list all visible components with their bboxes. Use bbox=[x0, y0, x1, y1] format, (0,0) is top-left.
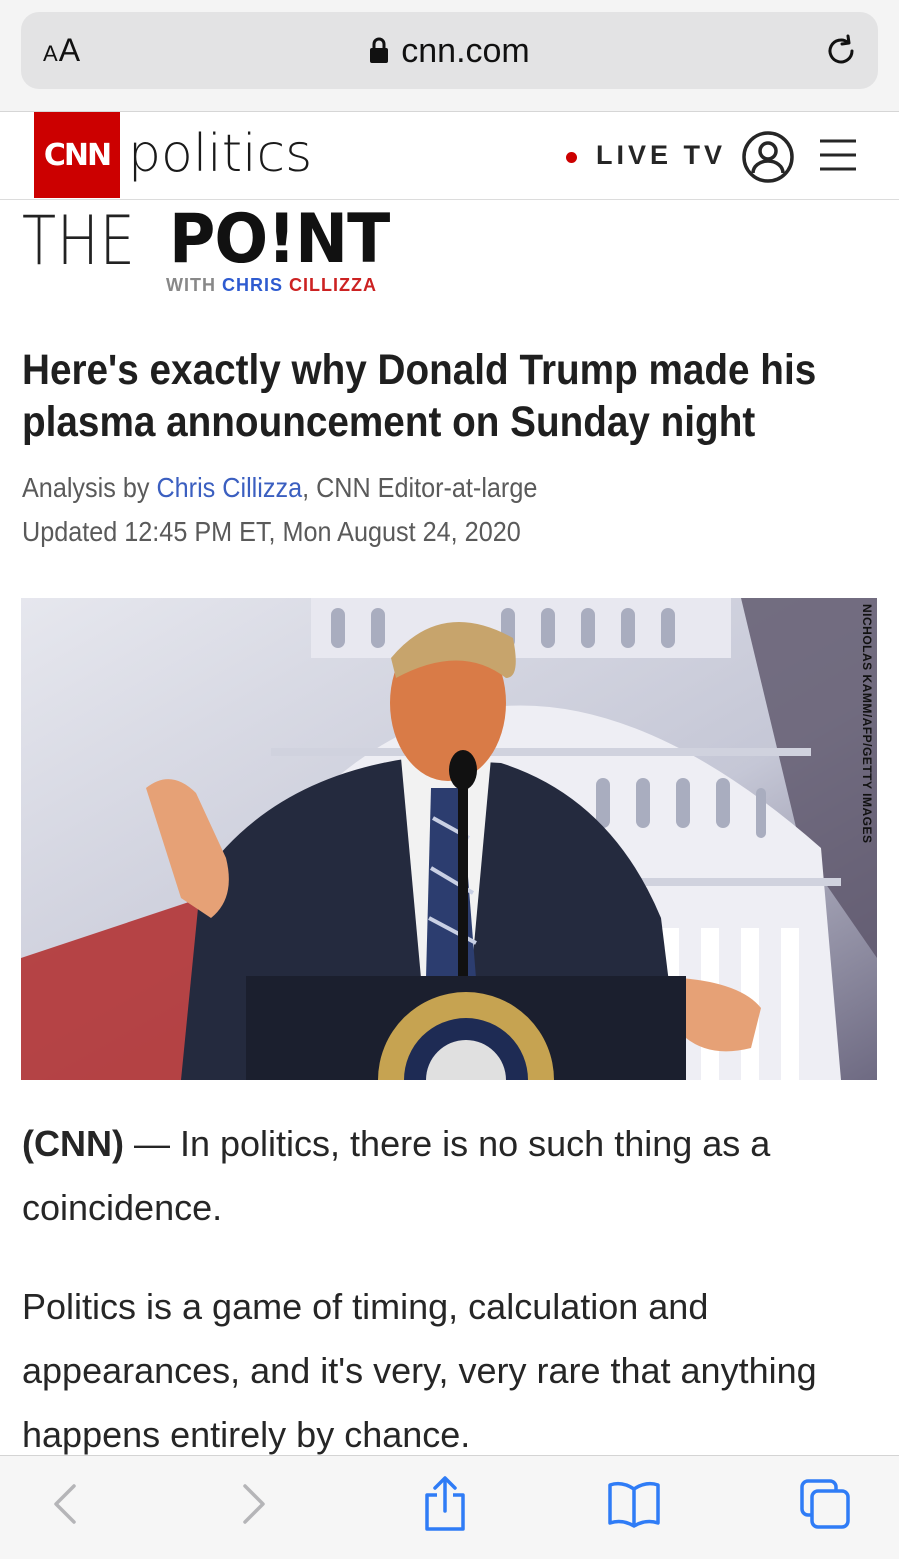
share-button[interactable] bbox=[415, 1474, 475, 1534]
back-button[interactable] bbox=[35, 1474, 95, 1534]
article-paragraph-2: Politics is a game of timing, calculatio… bbox=[22, 1286, 817, 1455]
live-tv-link[interactable]: LIVE TV bbox=[596, 140, 726, 171]
back-icon bbox=[54, 1484, 76, 1524]
cnn-logo-text: CNN bbox=[43, 137, 112, 173]
the-point-logo[interactable]: THE PO!NT WITH CHRIS CILLIZZA bbox=[22, 200, 422, 300]
logo-the: THE bbox=[22, 202, 136, 281]
article-paragraph-1: (CNN) — In politics, there is no such th… bbox=[22, 1112, 882, 1240]
live-indicator-dot bbox=[566, 152, 577, 163]
byline-suffix: , CNN Editor-at-large bbox=[302, 472, 538, 503]
logo-point: PO!NT bbox=[169, 200, 390, 279]
forward-icon bbox=[243, 1484, 265, 1524]
author-link[interactable]: Chris Cillizza bbox=[156, 472, 302, 503]
url-field[interactable]: AA cnn.com bbox=[21, 12, 878, 89]
logo-with: WITH bbox=[166, 275, 216, 295]
tabs-button[interactable] bbox=[795, 1474, 855, 1534]
menu-icon[interactable] bbox=[818, 135, 858, 175]
domain-text: cnn.com bbox=[401, 32, 530, 70]
bookmarks-button[interactable] bbox=[604, 1474, 664, 1534]
logo-author-first: CHRIS bbox=[222, 275, 284, 295]
byline-prefix: Analysis by bbox=[22, 472, 157, 503]
bookmarks-icon bbox=[608, 1481, 660, 1528]
article-timestamp: Updated 12:45 PM ET, Mon August 24, 2020 bbox=[22, 516, 521, 547]
cnn-logo[interactable]: CNN bbox=[34, 112, 120, 198]
logo-author-last: CILLIZZA bbox=[289, 275, 378, 295]
url-display[interactable]: cnn.com bbox=[21, 32, 878, 71]
share-icon bbox=[425, 1476, 465, 1531]
logo-byline: WITH CHRIS CILLIZZA bbox=[166, 275, 377, 296]
dateline: (CNN) bbox=[22, 1123, 124, 1164]
article-byline: Analysis by Chris Cillizza, CNN Editor-a… bbox=[22, 472, 537, 504]
article-photo[interactable]: NICHOLAS KAMM/AFP/GETTY IMAGES bbox=[21, 598, 877, 1080]
lock-icon bbox=[370, 37, 389, 64]
account-icon[interactable] bbox=[741, 130, 795, 184]
photo-credit: NICHOLAS KAMM/AFP/GETTY IMAGES bbox=[860, 604, 874, 844]
forward-button[interactable] bbox=[224, 1474, 284, 1534]
site-header: CNN politics LIVE TV bbox=[0, 112, 899, 200]
reload-icon[interactable] bbox=[822, 32, 860, 70]
section-title[interactable]: politics bbox=[128, 124, 312, 184]
article-headline: Here's exactly why Donald Trump made his… bbox=[22, 346, 817, 446]
browser-address-bar-area: AA cnn.com bbox=[0, 0, 899, 112]
photo-illustration bbox=[21, 598, 877, 1080]
tabs-icon bbox=[800, 1479, 850, 1529]
paragraph-1-text: — In politics, there is no such thing as… bbox=[22, 1123, 771, 1228]
browser-toolbar bbox=[0, 1455, 899, 1559]
